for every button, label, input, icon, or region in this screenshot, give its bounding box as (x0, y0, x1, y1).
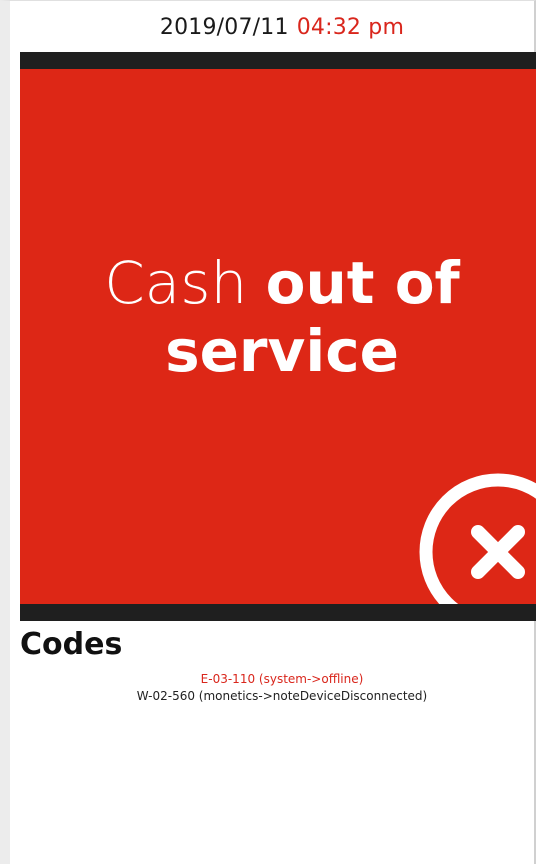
close-circle-icon (419, 473, 536, 604)
datetime-header: 2019/07/11 04:32 pm (20, 2, 536, 52)
status-panel: Cash out of service (20, 69, 536, 604)
status-message: Cash out of service (20, 249, 536, 385)
code-item-error: E-03-110 (system->offline) (200, 672, 364, 686)
status-message-bold-1: out of (265, 249, 460, 317)
status-message-bold-2: service (165, 317, 399, 385)
code-item-warning: W-02-560 (monetics->noteDeviceDisconnect… (136, 689, 428, 703)
bottom-divider (20, 604, 536, 621)
codes-heading: Codes (20, 627, 123, 662)
status-message-light: Cash (104, 249, 248, 317)
time-text: 04:32 pm (296, 14, 405, 40)
date-text: 2019/07/11 (159, 14, 289, 40)
codes-list: E-03-110 (system->offline) W-02-560 (mon… (20, 671, 536, 705)
kiosk-screen: 2019/07/11 04:32 pm Cash out of service … (0, 0, 536, 864)
top-divider (20, 52, 536, 69)
